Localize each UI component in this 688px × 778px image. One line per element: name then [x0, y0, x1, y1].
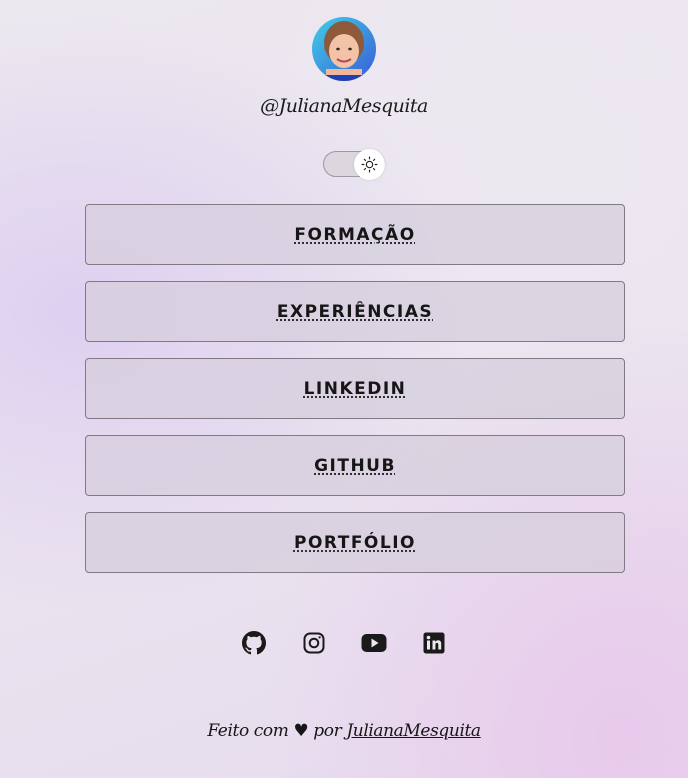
social-links	[0, 627, 688, 659]
toggle-knob[interactable]	[354, 149, 385, 180]
experiencias-button[interactable]: EXPERIÊNCIAS	[85, 281, 625, 342]
footer-text: Feito com ♥ por	[207, 721, 347, 741]
avatar	[312, 17, 376, 81]
youtube-icon[interactable]	[356, 627, 392, 659]
linkedin-button[interactable]: LINKEDIN	[85, 358, 625, 419]
portfolio-button[interactable]: PORTFÓLIO	[85, 512, 625, 573]
github-label: GITHUB	[314, 455, 396, 476]
linkedin-icon[interactable]	[416, 627, 452, 659]
github-icon[interactable]	[236, 627, 272, 659]
formacao-label: FORMAÇÃO	[294, 224, 416, 245]
portfolio-label: PORTFÓLIO	[293, 532, 416, 553]
theme-toggle[interactable]	[323, 149, 385, 180]
link-list: FORMAÇÃO EXPERIÊNCIAS LINKEDIN GITHUB PO…	[85, 204, 625, 589]
author-link[interactable]: JulianaMesquita	[346, 721, 481, 741]
linkedin-label: LINKEDIN	[303, 378, 407, 399]
sun-icon	[361, 156, 378, 173]
formacao-button[interactable]: FORMAÇÃO	[85, 204, 625, 265]
username: @JulianaMesquita	[260, 95, 428, 117]
github-button[interactable]: GITHUB	[85, 435, 625, 496]
instagram-icon[interactable]	[296, 627, 332, 659]
experiencias-label: EXPERIÊNCIAS	[276, 301, 434, 322]
footer: Feito com ♥ por JulianaMesquita	[0, 721, 688, 741]
profile-header: @JulianaMesquita	[0, 17, 688, 117]
